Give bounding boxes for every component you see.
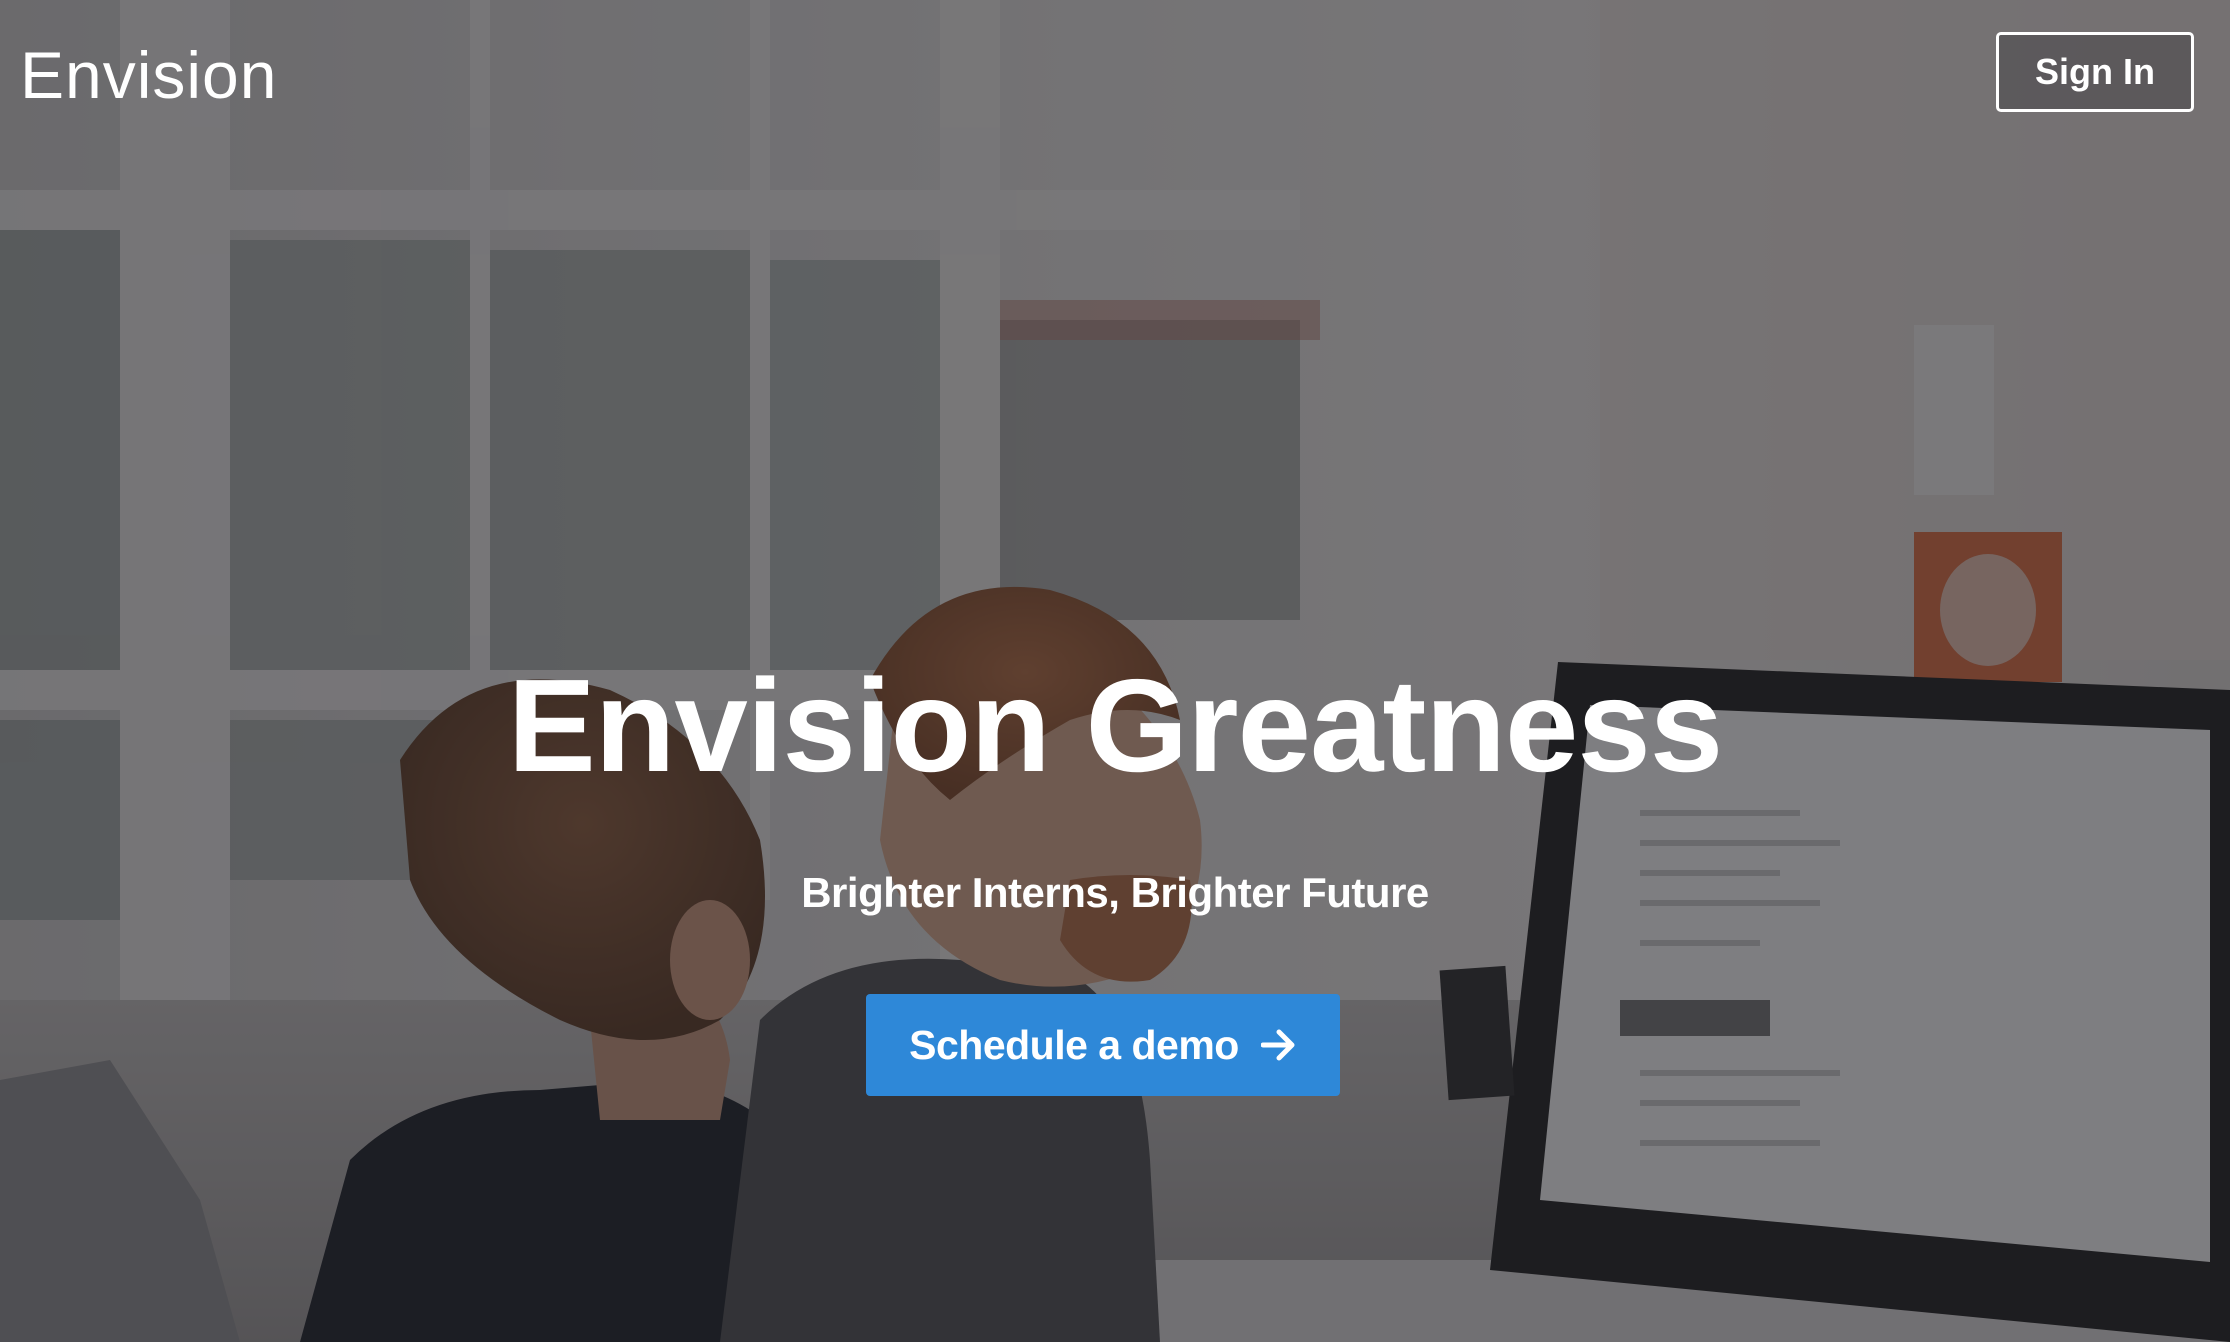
- schedule-demo-button[interactable]: Schedule a demo: [866, 994, 1340, 1096]
- hero-headline: Envision Greatness: [507, 652, 1723, 799]
- arrow-right-icon: [1260, 1028, 1297, 1062]
- sign-in-button[interactable]: Sign In: [1996, 32, 2194, 112]
- hero-section: Envision Sign In Envision Greatness Brig…: [0, 0, 2230, 1342]
- schedule-demo-label: Schedule a demo: [909, 1021, 1239, 1068]
- sign-in-label: Sign In: [2035, 51, 2155, 92]
- brand-logo[interactable]: Envision: [20, 36, 277, 114]
- hero-subheadline: Brighter Interns, Brighter Future: [801, 869, 1429, 916]
